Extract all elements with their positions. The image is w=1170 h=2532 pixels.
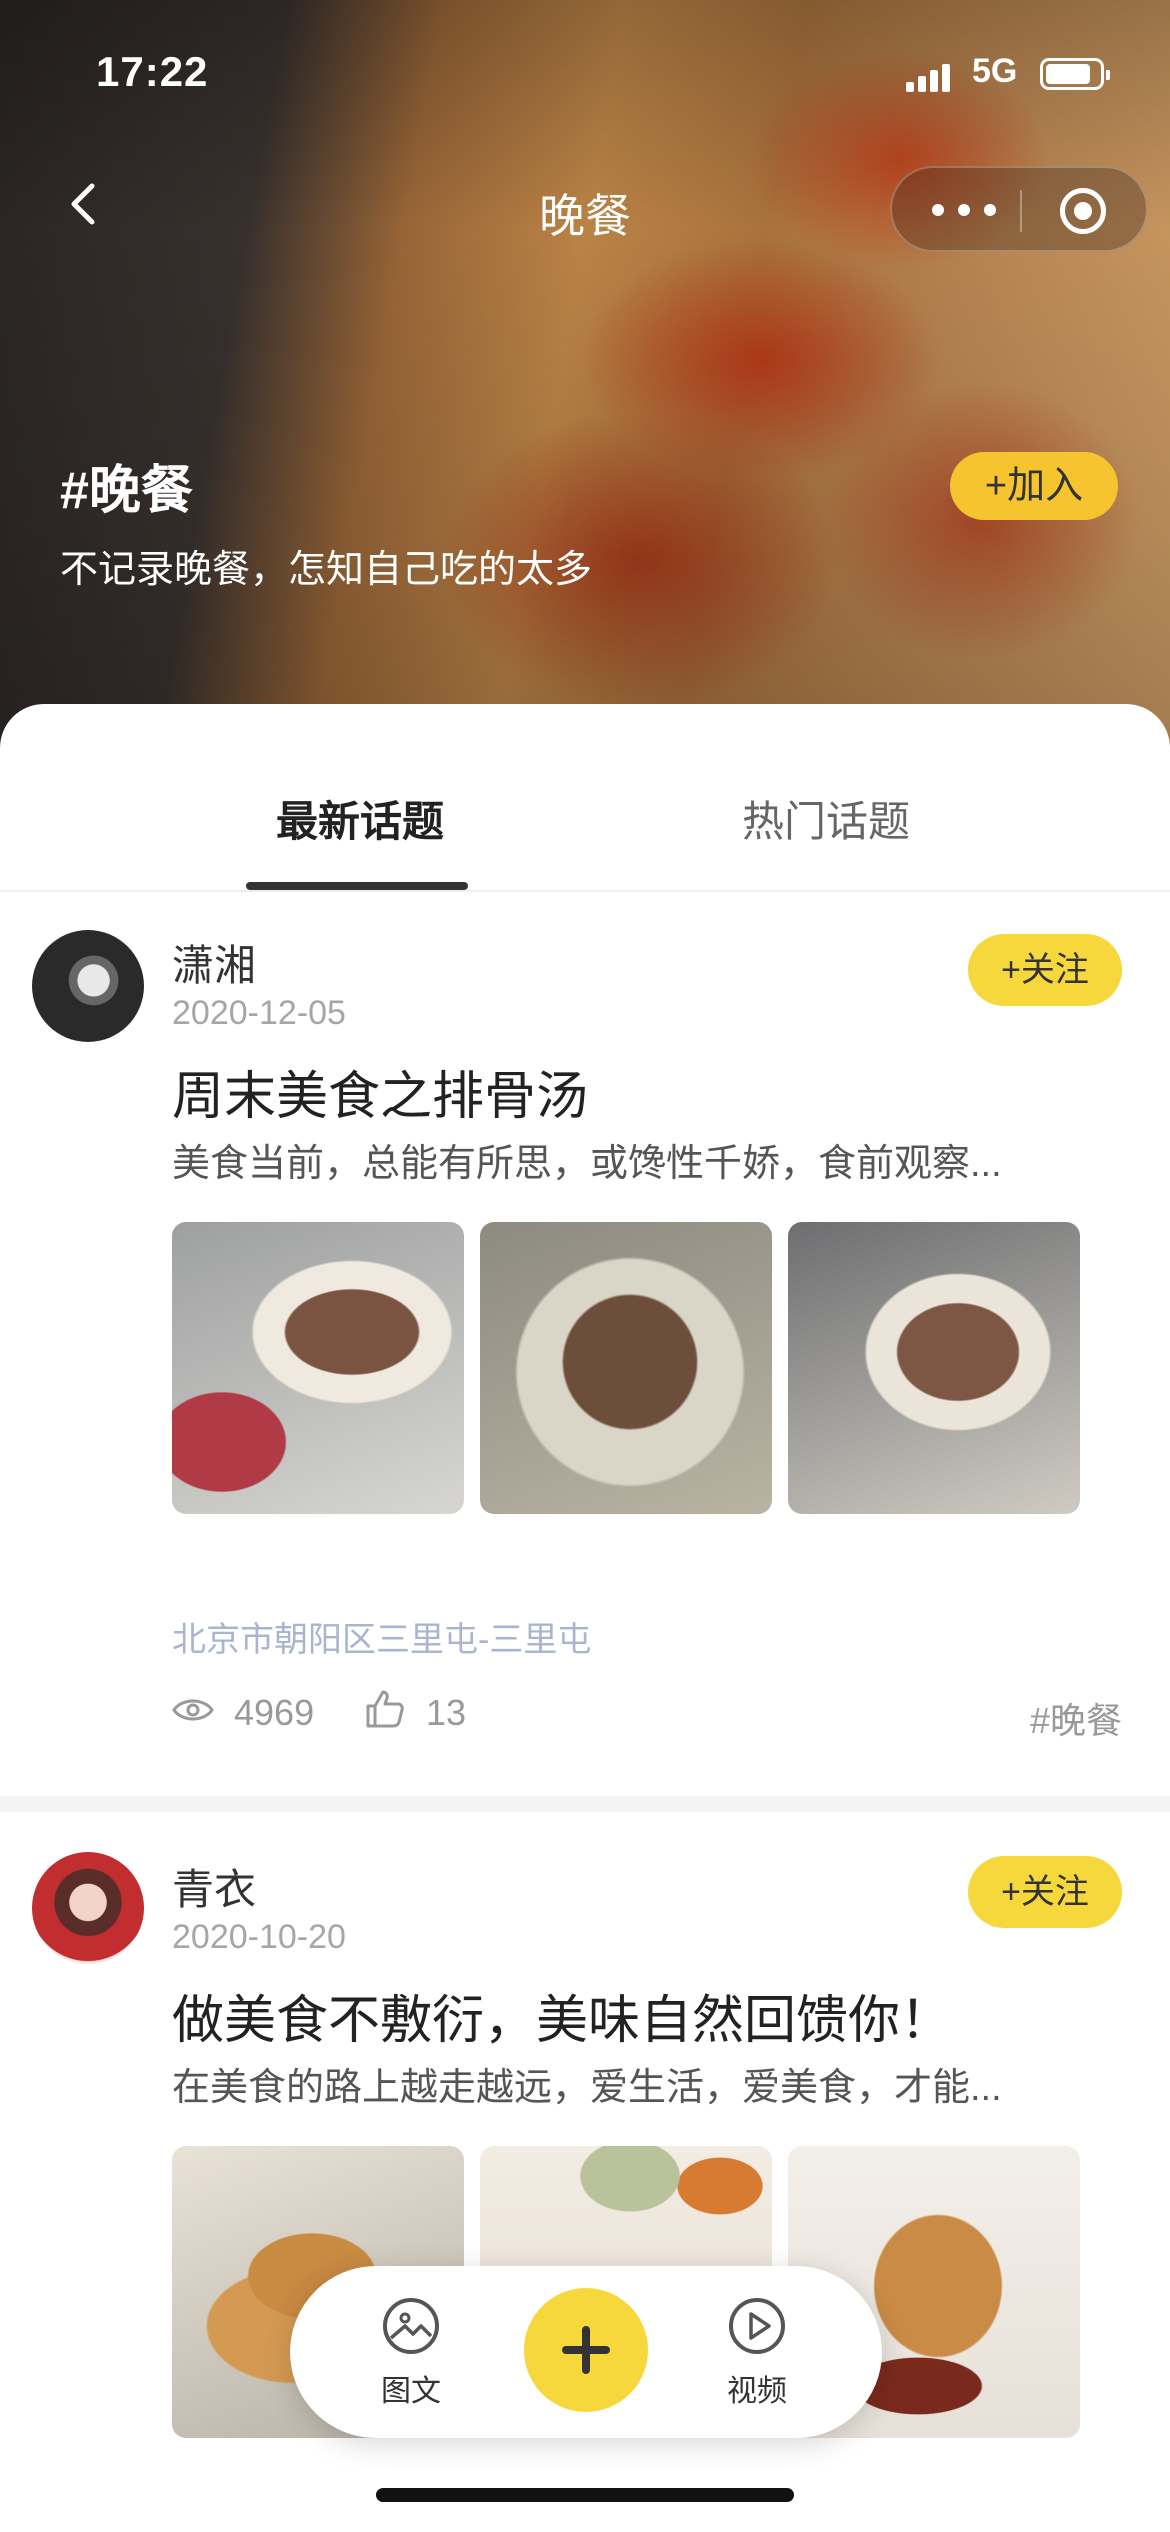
post-title[interactable]: 周末美食之排骨汤 xyxy=(172,1054,588,1129)
post-date: 2020-10-20 xyxy=(172,1918,346,1956)
follow-button[interactable]: +关注 xyxy=(968,1856,1122,1928)
network-type: 5G xyxy=(972,52,1018,90)
content-sheet: 最新话题 热门话题 潇湘 2020-12-05 +关注 周末美食之排骨汤 美食当… xyxy=(0,704,1170,2532)
picture-icon xyxy=(383,2298,439,2354)
image-text-label: 图文 xyxy=(381,2375,441,2408)
topic-banner: 17:22 5G 晚餐 #晚餐 不记录晚餐，怎知自己吃的太多 +加入 xyxy=(0,0,1170,760)
post-title[interactable]: 做美食不敷衍，美味自然回馈你！ xyxy=(172,1978,952,2053)
post-stats: 4969 13 #晚餐 xyxy=(172,1684,1122,1744)
tab-latest[interactable]: 最新话题 xyxy=(276,788,444,849)
like-count: 13 xyxy=(426,1692,467,1733)
video-button[interactable]: 视频 xyxy=(702,2296,812,2410)
author-name[interactable]: 潇湘 xyxy=(172,932,256,993)
nav-bar: 晚餐 xyxy=(0,150,1170,260)
avatar[interactable] xyxy=(32,1852,144,1964)
topic-description: 不记录晚餐，怎知自己吃的太多 xyxy=(60,549,593,591)
avatar[interactable] xyxy=(32,930,144,1042)
post-divider xyxy=(0,1796,1170,1812)
post-tag[interactable]: #晚餐 xyxy=(1030,1692,1122,1744)
thumbs-up-icon[interactable] xyxy=(364,1688,406,1730)
image-text-button[interactable]: 图文 xyxy=(356,2296,466,2410)
post-image[interactable] xyxy=(480,1222,772,1514)
play-icon xyxy=(729,2298,785,2354)
post-image[interactable] xyxy=(788,1222,1080,1514)
video-label: 视频 xyxy=(727,2375,787,2408)
eye-icon xyxy=(172,1699,214,1721)
post-card[interactable]: 潇湘 2020-12-05 +关注 周末美食之排骨汤 美食当前，总能有所思，或馋… xyxy=(0,892,1170,1741)
author-name[interactable]: 青衣 xyxy=(172,1856,256,1917)
view-count: 4969 xyxy=(234,1692,315,1733)
battery-icon xyxy=(1040,58,1110,90)
tab-hot[interactable]: 热门话题 xyxy=(742,788,910,849)
post-summary[interactable]: 美食当前，总能有所思，或馋性千娇，食前观察... xyxy=(172,1132,1102,1187)
capsule-divider xyxy=(1020,190,1022,232)
home-indicator xyxy=(376,2488,794,2502)
follow-button[interactable]: +关注 xyxy=(968,934,1122,1006)
topic-title: #晚餐 xyxy=(60,462,193,520)
post-date: 2020-12-05 xyxy=(172,994,346,1032)
more-icon[interactable] xyxy=(932,202,1002,218)
status-bar: 17:22 5G xyxy=(0,0,1170,140)
signal-icon xyxy=(906,62,956,92)
close-target-icon[interactable] xyxy=(1060,188,1106,234)
post-images xyxy=(172,1222,1082,1514)
active-tab-indicator xyxy=(246,882,468,890)
mini-program-capsule xyxy=(890,166,1148,252)
join-button[interactable]: +加入 xyxy=(950,452,1118,520)
publish-toolbar: 图文 视频 xyxy=(290,2266,882,2438)
topic-tabs: 最新话题 热门话题 xyxy=(0,704,1170,892)
status-time: 17:22 xyxy=(96,48,209,95)
post-image[interactable] xyxy=(172,1222,464,1514)
add-post-button[interactable] xyxy=(524,2288,648,2412)
post-location[interactable]: 北京市朝阳区三里屯-三里屯 xyxy=(172,1612,591,1661)
post-summary[interactable]: 在美食的路上越走越远，爱生活，爱美食，才能... xyxy=(172,2056,1102,2111)
